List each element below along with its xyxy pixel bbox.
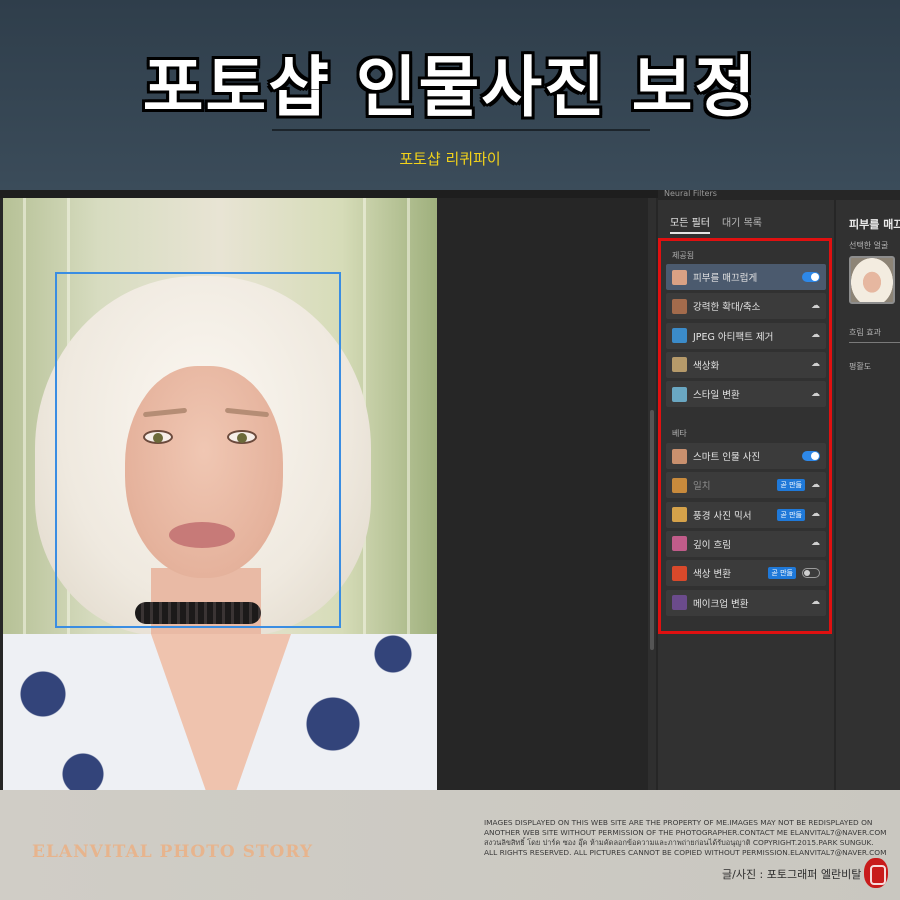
filter-settings-pane: 피부를 매끄 선택한 얼굴 흐림 효과 평활도 xyxy=(840,200,900,790)
group-beta-label: 베타 xyxy=(672,429,687,438)
canvas-scrollbar-thumb[interactable] xyxy=(650,410,654,650)
copyright-footer: ELANVITAL PHOTO STORY IMAGES DISPLAYED O… xyxy=(0,790,900,900)
filter-name: 강력한 확대/축소 xyxy=(693,302,761,314)
legal-line: ANOTHER WEB SITE WITHOUT PERMISSION OF T… xyxy=(484,828,887,837)
filter-thumbnail-icon xyxy=(672,536,687,552)
selected-face-thumbnail[interactable] xyxy=(849,256,895,304)
footer-legal-text: IMAGES DISPLAYED ON THIS WEB SITE ARE TH… xyxy=(484,818,896,858)
filter-row[interactable]: 강력한 확대/축소 ☁ xyxy=(666,293,826,320)
filter-name: 메이크업 변환 xyxy=(693,598,749,610)
blur-label: 흐림 효과 xyxy=(849,328,881,337)
banner-title: 포토샵 인물사진 보정 xyxy=(142,49,758,126)
filter-thumbnail-icon xyxy=(672,328,687,344)
coming-soon-badge: 곧 만듦 xyxy=(777,479,805,492)
neural-filters-panel: Neural Filters 모든 필터 대기 목록 제공됨 베타 피부를 매끄… xyxy=(658,190,900,790)
banner-divider xyxy=(272,129,650,131)
filter-thumbnail-icon xyxy=(672,386,687,402)
coming-soon-badge: 곧 만듦 xyxy=(768,567,796,580)
red-seal-logo xyxy=(864,858,888,888)
filter-toggle[interactable] xyxy=(802,568,820,579)
smoothness-label: 평활도 xyxy=(849,362,872,371)
filter-toggle[interactable] xyxy=(802,451,820,461)
filter-row[interactable]: 스타일 변환 ☁ xyxy=(666,381,826,408)
cloud-download-icon[interactable]: ☁ xyxy=(811,331,820,340)
cloud-download-icon[interactable]: ☁ xyxy=(811,598,820,607)
filter-row[interactable]: 깊이 흐림 ☁ xyxy=(666,530,826,557)
cloud-download-icon[interactable]: ☁ xyxy=(811,301,820,311)
legal-line: ALL RIGHTS RESERVED. ALL PICTURES CANNOT… xyxy=(484,848,887,857)
tab-all-filters[interactable]: 모든 필터 xyxy=(670,214,710,234)
filter-name: 색상 변환 xyxy=(693,569,731,581)
footer-brand: ELANVITAL PHOTO STORY xyxy=(32,842,314,862)
filter-thumbnail-icon xyxy=(672,357,687,373)
filter-toggle[interactable] xyxy=(802,272,820,282)
coming-soon-badge: 곧 만듦 xyxy=(777,508,805,521)
filter-name: 풍경 사진 믹서 xyxy=(693,510,752,522)
selected-face-label: 선택한 얼굴 xyxy=(849,241,889,250)
photoshop-workspace: Neural Filters 모든 필터 대기 목록 제공됨 베타 피부를 매끄… xyxy=(0,190,900,790)
filter-name: 일치 xyxy=(693,481,711,493)
footer-credit: 글/사진 : 포토그래퍼 엘란비탈 xyxy=(722,868,862,881)
panel-divider xyxy=(834,200,836,790)
filter-name: JPEG 아티팩트 제거 xyxy=(693,331,774,343)
filter-row[interactable]: 메이크업 변환 ☁ xyxy=(666,589,826,616)
filter-tabs: 모든 필터 대기 목록 xyxy=(670,214,762,234)
panel-header: Neural Filters xyxy=(658,190,900,200)
filter-row[interactable]: 색상 변환 곧 만듦 xyxy=(666,560,826,587)
filter-row[interactable]: 색상화 ☁ xyxy=(666,351,826,378)
filter-thumbnail-icon xyxy=(672,507,687,523)
filter-thumbnail-icon xyxy=(672,448,687,464)
banner-subtitle: 포토샵 리퀴파이 xyxy=(399,150,501,168)
legal-line: สงวนลิขสิทธิ์ โดย ปาร์ค ซอง อุ๊ค ห้ามคัด… xyxy=(484,838,874,847)
filter-thumbnail-icon xyxy=(672,269,687,285)
title-banner: 포토샵 인물사진 보정 포토샵 리퀴파이 xyxy=(0,0,900,190)
filter-row[interactable]: 스마트 인물 사진 xyxy=(666,443,826,469)
settings-title: 피부를 매끄 xyxy=(849,218,900,231)
filter-name: 색상화 xyxy=(693,360,720,372)
filter-row[interactable]: 일치 곧 만듦 ☁ xyxy=(666,472,826,499)
filter-name: 피부를 매끄럽게 xyxy=(693,273,758,284)
blur-slider[interactable] xyxy=(849,342,900,343)
filter-name: 스마트 인물 사진 xyxy=(693,452,761,463)
cloud-download-icon[interactable]: ☁ xyxy=(811,480,820,490)
face-detection-box xyxy=(55,272,341,628)
filter-thumbnail-icon xyxy=(672,298,687,314)
cloud-download-icon[interactable]: ☁ xyxy=(811,360,820,369)
cloud-download-icon[interactable]: ☁ xyxy=(811,539,820,548)
filter-row[interactable]: 풍경 사진 믹서 곧 만듦 ☁ xyxy=(666,501,826,528)
filter-thumbnail-icon xyxy=(672,595,687,610)
group-featured-label: 제공됨 xyxy=(672,251,695,260)
filter-name: 깊이 흐림 xyxy=(693,539,731,551)
legal-line: IMAGES DISPLAYED ON THIS WEB SITE ARE TH… xyxy=(484,818,873,827)
filter-row[interactable]: 피부를 매끄럽게 xyxy=(666,264,826,290)
cloud-download-icon[interactable]: ☁ xyxy=(811,389,820,399)
filter-thumbnail-icon xyxy=(672,477,687,493)
filter-name: 스타일 변환 xyxy=(693,390,740,402)
tab-wait-list[interactable]: 대기 목록 xyxy=(722,214,762,234)
filter-row[interactable]: JPEG 아티팩트 제거 ☁ xyxy=(666,322,826,349)
portrait-canvas[interactable] xyxy=(3,198,437,790)
filter-thumbnail-icon xyxy=(672,565,687,581)
cloud-download-icon[interactable]: ☁ xyxy=(811,510,820,519)
